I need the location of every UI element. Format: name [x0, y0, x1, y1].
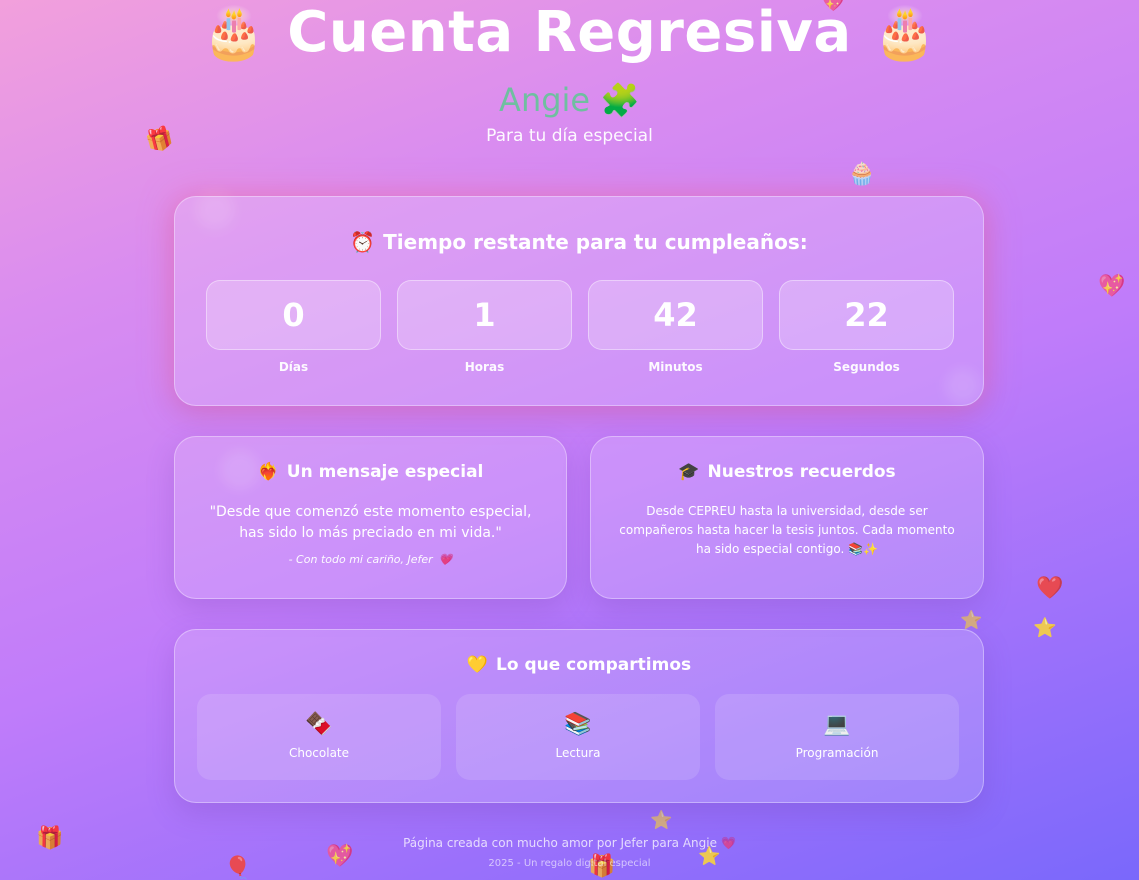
- page-title-text: Cuenta Regresiva: [287, 0, 852, 65]
- countdown-value: 42: [588, 280, 763, 350]
- recipient-name: Angie 🧩: [0, 82, 1139, 118]
- shared-items: 🍫 Chocolate 📚 Lectura 💻 Programación: [197, 694, 959, 780]
- shared-item-label: Chocolate: [288, 746, 350, 760]
- shared-heading: 💛 Lo que compartimos: [175, 655, 983, 675]
- shared-item-reading: 📚 Lectura: [456, 694, 700, 780]
- books-icon: 📚: [564, 712, 592, 737]
- message-quote: "Desde que comenzó este momento especial…: [209, 504, 532, 541]
- memories-heading: 🎓 Nuestros recuerdos: [591, 462, 983, 482]
- cupcake-icon: 🧁: [848, 162, 876, 187]
- yellow-heart-icon: 💛: [466, 655, 489, 675]
- shared-item-label: Lectura: [555, 746, 601, 760]
- shared-item-label: Programación: [795, 746, 879, 760]
- countdown-value: 0: [206, 280, 381, 350]
- countdown-label: Días: [278, 360, 309, 374]
- page-title: 🎂 Cuenta Regresiva 🎂: [0, 2, 1139, 64]
- star-icon: ⭐: [960, 610, 983, 631]
- countdown-heading: ⏰ Tiempo restante para tu cumpleaños:: [175, 230, 983, 254]
- memories-card: 🎓 Nuestros recuerdos Desde CEPREU hasta …: [590, 436, 984, 599]
- countdown-days: 0 Días: [206, 280, 381, 374]
- footer-credit: Página creada con mucho amor por Jefer p…: [0, 836, 1139, 850]
- graduation-cap-icon: 🎓: [678, 462, 700, 482]
- countdown-minutes: 42 Minutos: [588, 280, 763, 374]
- heart-sparkle-icon: 💖: [1098, 274, 1126, 299]
- special-message-card: ❤️‍🔥 Un mensaje especial "Desde que come…: [174, 436, 567, 599]
- countdown-label: Minutos: [648, 360, 703, 374]
- message-heading: ❤️‍🔥 Un mensaje especial: [175, 462, 566, 482]
- countdown-units: 0 Días 1 Horas 42 Minutos 22 Segundos: [206, 280, 954, 374]
- memories-heading-text: Nuestros recuerdos: [707, 462, 896, 482]
- countdown-heading-text: Tiempo restante para tu cumpleaños:: [383, 230, 808, 254]
- countdown-card: ⏰ Tiempo restante para tu cumpleaños: 0 …: [174, 196, 984, 406]
- page-subtitle: Para tu día especial: [486, 126, 653, 146]
- page-header: 🎂 Cuenta Regresiva 🎂 Angie 🧩 Para tu día…: [0, 0, 1139, 147]
- shared-item-chocolate: 🍫 Chocolate: [197, 694, 441, 780]
- message-signature: - Con todo mi cariño, Jefer 💗: [175, 553, 566, 566]
- countdown-seconds: 22 Segundos: [779, 280, 954, 374]
- cake-icon: 🎂: [873, 4, 937, 62]
- heart-icon: 💗: [720, 836, 736, 850]
- footer-copyright: 2025 - Un regalo digital especial: [488, 858, 651, 869]
- heart-on-fire-icon: ❤️‍🔥: [257, 462, 279, 482]
- star-icon: ⭐: [650, 810, 673, 831]
- cake-icon: 🎂: [202, 4, 266, 62]
- alarm-clock-icon: ⏰: [350, 230, 376, 254]
- countdown-label: Segundos: [833, 360, 900, 374]
- page-footer: Página creada con mucho amor por Jefer p…: [0, 836, 1139, 869]
- puzzle-icon: 🧩: [600, 81, 640, 119]
- star-icon: ⭐: [1033, 617, 1057, 639]
- heart-icon: 💗: [438, 553, 453, 566]
- countdown-value: 1: [397, 280, 572, 350]
- recipient-name-text: Angie: [499, 81, 591, 119]
- countdown-label: Horas: [464, 360, 505, 374]
- footer-credit-text: Página creada con mucho amor por Jefer p…: [403, 836, 717, 850]
- signature-text: - Con todo mi cariño, Jefer: [288, 553, 433, 566]
- shared-things-card: 💛 Lo que compartimos 🍫 Chocolate 📚 Lectu…: [174, 629, 984, 803]
- memories-text: Desde CEPREU hasta la universidad, desde…: [619, 504, 955, 556]
- laptop-icon: 💻: [823, 712, 851, 737]
- countdown-value: 22: [779, 280, 954, 350]
- countdown-hours: 1 Horas: [397, 280, 572, 374]
- chocolate-icon: 🍫: [305, 712, 333, 737]
- heart-icon: ❤️: [1036, 576, 1064, 601]
- shared-item-programming: 💻 Programación: [715, 694, 959, 780]
- shared-heading-text: Lo que compartimos: [496, 655, 692, 675]
- message-heading-text: Un mensaje especial: [286, 462, 484, 482]
